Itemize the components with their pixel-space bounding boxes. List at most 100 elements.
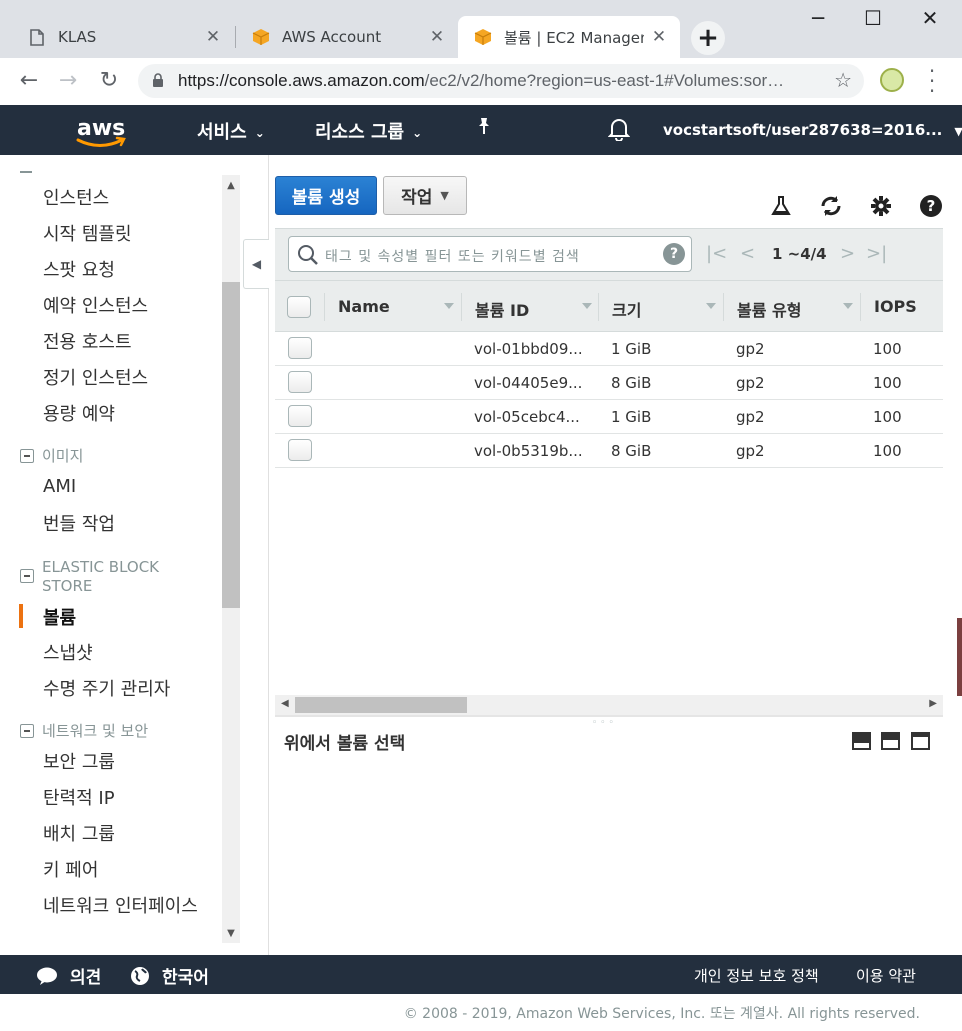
browser-tab-ec2-volumes[interactable]: 볼륨 | EC2 Managem ✕ (458, 16, 680, 58)
sidebar-item-launch-templates[interactable]: 시작 템플릿 (43, 220, 132, 246)
sort-icon[interactable] (582, 303, 592, 309)
resource-groups-menu[interactable]: 리소스 그룹 ⌄ (315, 118, 422, 144)
sidebar-item-spot-requests[interactable]: 스팟 요청 (43, 256, 115, 282)
sidebar-item-scheduled-instances[interactable]: 정기 인스턴스 (43, 364, 148, 390)
sidebar-item-key-pairs[interactable]: 키 페어 (43, 856, 98, 882)
aws-box-icon (252, 28, 270, 46)
url-field[interactable]: https://console.aws.amazon.com/ec2/v2/ho… (138, 64, 864, 98)
maximize-icon[interactable]: ☐ (850, 6, 896, 30)
pane-splitter[interactable] (275, 715, 943, 717)
actions-button[interactable]: 작업 ▼ (383, 176, 467, 215)
cell-iops: 100 (873, 374, 902, 392)
aws-logo[interactable]: aws (74, 111, 130, 151)
horizontal-scrollbar-thumb[interactable] (295, 697, 467, 713)
sidebar-scrollbar-thumb[interactable] (222, 282, 240, 608)
column-header-volume-id[interactable]: 볼륨 ID (475, 297, 529, 321)
sidebar-item-volumes[interactable]: 볼륨 (43, 604, 76, 630)
cell-iops: 100 (873, 340, 902, 358)
table-row[interactable]: vol-05cebc4... 1 GiB gp2 100 (275, 400, 943, 434)
last-page-icon[interactable]: >| (866, 243, 887, 264)
bell-icon[interactable] (607, 117, 631, 145)
refresh-icon[interactable] (818, 193, 844, 219)
globe-icon (131, 966, 149, 985)
feedback-link[interactable]: 의견 (36, 963, 101, 988)
section-ebs-title-line1: ELASTIC BLOCK (42, 558, 160, 576)
cell-iops: 100 (873, 408, 902, 426)
sort-icon[interactable] (843, 303, 853, 309)
row-checkbox[interactable] (288, 439, 312, 461)
tab-title: 볼륨 | EC2 Managem (504, 28, 644, 47)
sidebar-item-dedicated-hosts[interactable]: 전용 호스트 (43, 328, 132, 354)
extension-icon[interactable] (880, 68, 904, 92)
sidebar-item-security-groups[interactable]: 보안 그룹 (43, 748, 115, 774)
select-all-checkbox[interactable] (287, 296, 311, 318)
copyright-text: © 2008 - 2019, Amazon Web Services, Inc.… (403, 1006, 920, 1022)
column-header-name[interactable]: Name (338, 297, 390, 316)
search-input[interactable]: 태그 및 속성별 필터 또는 키워드별 검색 ? (288, 236, 692, 272)
bookmark-star-icon[interactable]: ☆ (834, 68, 852, 92)
sort-icon[interactable] (444, 303, 454, 309)
table-row[interactable]: vol-0b5319b... 8 GiB gp2 100 (275, 434, 943, 468)
first-page-icon[interactable]: |< (706, 243, 727, 264)
row-checkbox[interactable] (288, 337, 312, 359)
close-window-icon[interactable]: ✕ (907, 6, 953, 30)
create-volume-button[interactable]: 볼륨 생성 (275, 176, 377, 215)
minimize-icon[interactable]: ─ (795, 6, 841, 30)
language-selector[interactable]: 한국어 (130, 963, 209, 988)
column-header-iops[interactable]: IOPS (874, 297, 917, 316)
gear-icon[interactable] (868, 193, 894, 219)
prev-page-icon[interactable]: < (740, 243, 755, 264)
collapse-sidebar-button[interactable]: ◀ (243, 239, 269, 289)
pin-icon[interactable] (476, 117, 492, 140)
collapse-minus-icon (20, 449, 34, 463)
close-icon[interactable]: ✕ (650, 27, 668, 47)
account-menu[interactable]: vocstartsoft/user287638=2016... ▼ (663, 121, 962, 139)
sidebar-item-lifecycle-manager[interactable]: 수명 주기 관리자 (43, 675, 170, 701)
forward-arrow-icon[interactable]: → (53, 68, 83, 93)
browser-tab-klas[interactable]: KLAS ✕ (12, 16, 234, 58)
drag-handle-icon[interactable]: ◦◦◦ (592, 718, 617, 728)
terms-of-use-link[interactable]: 이용 약관 (856, 965, 916, 986)
privacy-policy-link[interactable]: 개인 정보 보호 정책 (694, 965, 819, 986)
help-icon[interactable]: ? (918, 193, 944, 219)
scroll-left-arrow-icon[interactable]: ◀ (281, 698, 289, 709)
sidebar-item-elastic-ips[interactable]: 탄력적 IP (43, 784, 115, 810)
row-checkbox[interactable] (288, 405, 312, 427)
browser-address-bar: ← → ↻ https://console.aws.amazon.com/ec2… (0, 58, 962, 105)
layout-bottom-icon[interactable] (852, 732, 871, 750)
table-row[interactable]: vol-01bbd09... 1 GiB gp2 100 (275, 332, 943, 366)
close-icon[interactable]: ✕ (428, 27, 446, 47)
browser-menu-icon[interactable]: · · · (924, 61, 940, 101)
scroll-down-arrow-icon[interactable]: ▼ (222, 928, 240, 939)
sidebar-item-instances[interactable]: 인스턴스 (43, 184, 109, 210)
next-page-icon[interactable]: > (840, 243, 855, 264)
scroll-up-arrow-icon[interactable]: ▲ (222, 180, 240, 191)
sidebar-item-bundle-tasks[interactable]: 번들 작업 (43, 510, 115, 536)
layout-split-icon[interactable] (881, 732, 900, 750)
services-label: 서비스 (197, 122, 247, 143)
table-horizontal-scrollbar[interactable]: ◀ ▶ (275, 695, 943, 715)
layout-full-icon[interactable] (911, 732, 930, 750)
sort-icon[interactable] (706, 303, 716, 309)
services-menu[interactable]: 서비스 ⌄ (197, 118, 265, 144)
column-header-size[interactable]: 크기 (612, 297, 641, 321)
sidebar-item-capacity-reservations[interactable]: 용량 예약 (43, 400, 115, 426)
close-icon[interactable]: ✕ (204, 27, 222, 47)
table-row[interactable]: vol-04405e9... 8 GiB gp2 100 (275, 366, 943, 400)
column-divider (723, 293, 724, 321)
sidebar-item-placement-groups[interactable]: 배치 그룹 (43, 820, 115, 846)
reload-icon[interactable]: ↻ (94, 68, 124, 93)
scroll-right-arrow-icon[interactable]: ▶ (929, 698, 937, 709)
browser-tab-aws-account[interactable]: AWS Account ✕ (236, 16, 458, 58)
row-checkbox[interactable] (288, 371, 312, 393)
sidebar-item-ami[interactable]: AMI (43, 476, 76, 497)
column-header-volume-type[interactable]: 볼륨 유형 (737, 297, 801, 321)
flask-icon[interactable] (768, 193, 794, 219)
tab-title: AWS Account (282, 28, 382, 46)
sidebar-item-snapshots[interactable]: 스냅샷 (43, 639, 93, 665)
sidebar-item-network-interfaces[interactable]: 네트워크 인터페이스 (43, 892, 198, 918)
back-arrow-icon[interactable]: ← (14, 68, 44, 93)
new-tab-button[interactable]: + (691, 21, 725, 55)
search-help-icon[interactable]: ? (663, 243, 685, 265)
sidebar-item-reserved-instances[interactable]: 예약 인스턴스 (43, 292, 148, 318)
